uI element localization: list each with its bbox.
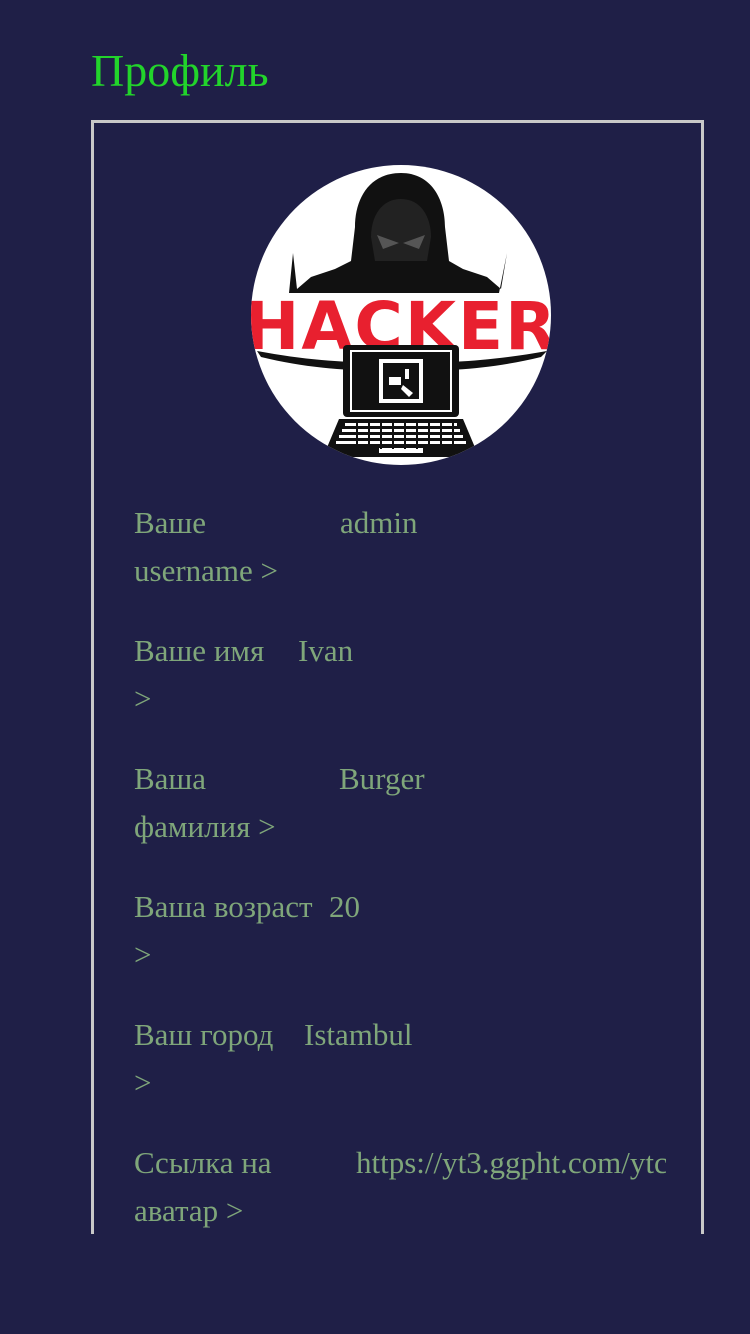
profile-panel: HACKER Ваше username > admin Ваше имя > … bbox=[91, 120, 704, 1234]
field-first-name[interactable]: Ваше имя > Ivan bbox=[134, 623, 664, 751]
field-label: Ваше имя > bbox=[134, 633, 265, 716]
field-label: Ваша возраст > bbox=[134, 889, 313, 972]
field-city[interactable]: Ваш город > Istambul bbox=[134, 1007, 664, 1135]
field-value: Ivan bbox=[298, 633, 354, 668]
field-value: admin bbox=[340, 505, 418, 540]
field-value: 20 bbox=[329, 889, 360, 924]
field-value: https://yt3.ggpht.com/ytc bbox=[356, 1145, 666, 1180]
field-label: Ссылка на аватар > bbox=[134, 1145, 272, 1228]
field-last-name[interactable]: Ваша фамилия > Burger bbox=[134, 751, 664, 879]
field-value: Istambul bbox=[304, 1017, 413, 1052]
field-value: Burger bbox=[339, 761, 425, 796]
hacker-avatar-icon: HACKER bbox=[251, 173, 551, 457]
avatar[interactable]: HACKER bbox=[251, 165, 551, 465]
page-title: Профиль bbox=[91, 45, 269, 96]
field-age[interactable]: Ваша возраст > 20 bbox=[134, 879, 664, 1007]
field-username[interactable]: Ваше username > admin bbox=[134, 495, 664, 623]
field-label: Ваш город > bbox=[134, 1017, 274, 1100]
field-avatar-link[interactable]: Ссылка на аватар > https://yt3.ggpht.com… bbox=[134, 1135, 666, 1234]
field-label: Ваше username > bbox=[134, 505, 279, 588]
profile-fields: Ваше username > admin Ваше имя > Ivan Ва… bbox=[134, 495, 666, 1234]
field-label: Ваша фамилия > bbox=[134, 761, 276, 844]
